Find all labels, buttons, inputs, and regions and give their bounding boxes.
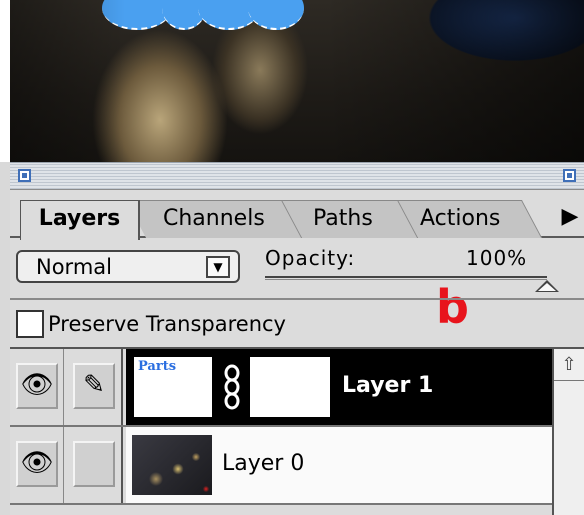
layers-scrollbar[interactable]: ⇧ bbox=[552, 349, 584, 515]
layer-name[interactable]: Layer 0 bbox=[222, 449, 304, 479]
opacity-label: Opacity: bbox=[265, 246, 356, 270]
visibility-cell[interactable]: 👁 bbox=[10, 427, 64, 503]
layers-palette: Actions Paths Channels Layers ▶ Normal ▼… bbox=[10, 190, 584, 515]
close-box-icon[interactable] bbox=[18, 169, 31, 182]
palette-tabs: Actions Paths Channels Layers ▶ bbox=[10, 190, 584, 240]
paintbrush-icon[interactable]: ✎ bbox=[73, 363, 115, 409]
chain-link-icon[interactable] bbox=[222, 363, 242, 411]
layer-main[interactable]: Layer 0 bbox=[126, 427, 552, 503]
chain-link-icon-svg bbox=[224, 364, 240, 410]
palette-menu-arrow-icon[interactable]: ▶ bbox=[558, 204, 582, 230]
layer-thumbnail[interactable]: Parts bbox=[134, 357, 212, 417]
tab-label: Actions bbox=[420, 206, 501, 231]
layer-row[interactable]: 👁 ✎ Parts Layer 1 bbox=[10, 349, 552, 427]
edit-state-cell[interactable]: ✎ bbox=[65, 349, 123, 425]
blend-mode-select[interactable]: Normal ▼ bbox=[16, 250, 240, 283]
opacity-value[interactable]: 100% bbox=[466, 246, 527, 270]
preserve-transparency-checkbox[interactable] bbox=[16, 310, 44, 338]
edit-state-cell[interactable] bbox=[65, 427, 123, 503]
palette-titlebar[interactable] bbox=[10, 162, 584, 190]
tab-label: Channels bbox=[162, 206, 265, 231]
empty-state-icon[interactable] bbox=[73, 441, 115, 487]
canvas-image[interactable] bbox=[10, 0, 584, 162]
collapse-box-icon[interactable] bbox=[563, 169, 576, 182]
eye-icon[interactable]: 👁 bbox=[16, 363, 58, 409]
layer-thumbnail[interactable] bbox=[132, 435, 212, 495]
layer-main-selected[interactable]: Parts Layer 1 bbox=[126, 349, 552, 425]
image-shading bbox=[10, 0, 584, 162]
tab-label: Layers bbox=[38, 206, 121, 231]
eye-icon[interactable]: 👁 bbox=[16, 441, 58, 487]
visibility-cell[interactable]: 👁 bbox=[10, 349, 64, 425]
annotation-label: b bbox=[436, 280, 469, 334]
preserve-transparency-label: Preserve Transparency bbox=[48, 312, 286, 336]
tab-label: Paths bbox=[312, 206, 373, 231]
layer-name[interactable]: Layer 1 bbox=[342, 371, 433, 401]
layer-mask-thumbnail[interactable] bbox=[250, 357, 330, 417]
document-canvas[interactable] bbox=[0, 0, 584, 162]
opacity-slider[interactable] bbox=[265, 276, 547, 280]
layer-row[interactable]: 👁 Layer 0 bbox=[10, 427, 552, 505]
scroll-up-arrow-icon[interactable]: ⇧ bbox=[554, 349, 584, 381]
chevron-down-icon[interactable]: ▼ bbox=[206, 256, 230, 278]
tab-channels[interactable]: Channels bbox=[125, 200, 303, 238]
blend-mode-value: Normal bbox=[36, 255, 112, 279]
thumbnail-text: Parts bbox=[138, 359, 177, 374]
divider bbox=[10, 298, 584, 300]
opacity-slider-thumb[interactable] bbox=[535, 280, 559, 292]
tab-layers[interactable]: Layers bbox=[20, 200, 140, 240]
